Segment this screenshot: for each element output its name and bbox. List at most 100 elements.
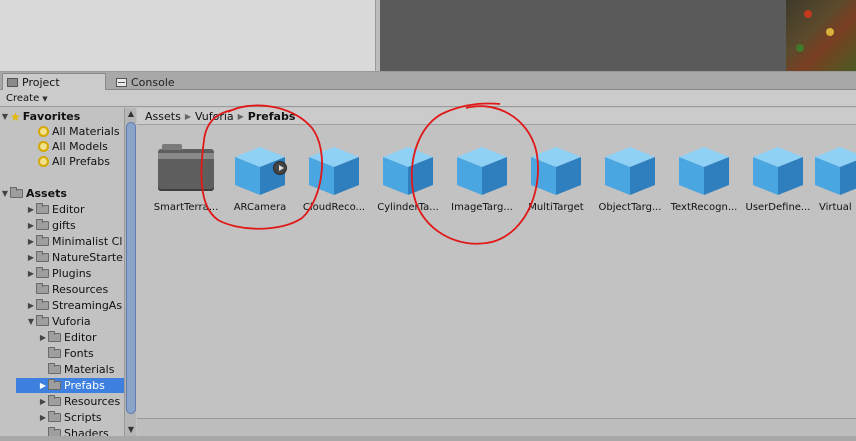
assets-label: Assets [26,187,67,200]
console-icon [116,77,127,87]
tree-item-label: StreamingAs [52,299,123,312]
tree-item-vuforia-resources[interactable]: ▶ Resources [38,394,120,409]
expand-arrow-icon[interactable]: ▶ [26,301,36,310]
tree-item-editor[interactable]: ▶ Editor [26,202,85,217]
expand-arrow-icon[interactable]: ▶ [38,381,48,390]
expand-arrow-icon[interactable]: ▼ [0,189,10,198]
tab-label: Project [22,76,60,89]
tree-item-naturestarter[interactable]: ▶ NatureStarte [26,250,123,265]
folder-icon [36,283,49,294]
scroll-down-icon[interactable]: ▼ [125,424,137,436]
tree-item-label: Editor [52,203,85,216]
tree-item-plugins[interactable]: ▶ Plugins [26,266,91,281]
tree-item-label: Materials [64,363,115,376]
scene-viewport[interactable] [380,0,856,71]
asset-item-prefab[interactable]: TextRecogn... [667,145,741,215]
tree-item-label: Resources [64,395,121,408]
tree-item-resources[interactable]: Resources [36,282,108,297]
asset-item-prefab[interactable]: CloudReco... [297,145,371,215]
asset-item-prefab[interactable]: Virtual [813,145,856,215]
tree-item-minimalist[interactable]: ▶ Minimalist Cl [26,234,122,249]
tree-item-gifts[interactable]: ▶ gifts [26,218,76,233]
expand-arrow-icon[interactable]: ▶ [26,205,36,214]
asset-item-prefab[interactable]: ARCamera [223,145,297,215]
asset-item-prefab[interactable]: CylinderTa... [371,145,445,215]
asset-item-prefab[interactable]: MultiTarget [519,145,593,215]
expand-arrow-icon[interactable]: ▶ [38,397,48,406]
asset-label: ObjectTarg... [598,202,662,213]
asset-item-prefab[interactable]: UserDefine... [741,145,815,215]
asset-label: ImageTarg... [451,202,513,213]
asset-item-folder[interactable]: SmartTerra... [149,144,223,215]
tree-item-label: Plugins [52,267,92,280]
prefab-cube-icon [679,147,729,195]
tree-item-scripts[interactable]: ▶ Scripts [38,410,102,425]
folder-icon [48,427,61,436]
scene-detail [826,28,834,36]
tree-item-label: Prefabs [64,379,105,392]
tree-item-vuforia[interactable]: ▼ Vuforia [26,314,91,329]
favorite-item[interactable]: All Models [38,139,108,154]
asset-item-prefab[interactable]: ObjectTarg... [593,145,667,215]
tree-item-streamingassets[interactable]: ▶ StreamingAs [26,298,122,313]
asset-label: MultiTarget [528,202,584,213]
expand-arrow-icon[interactable]: ▶ [38,333,48,342]
breadcrumb-separator-icon: ▶ [237,111,244,121]
tree-item-prefabs[interactable]: ▶ Prefabs [16,378,124,393]
tree-scrollbar[interactable]: ▲ ▼ [124,108,136,436]
tab-bar: Project Console [0,72,856,90]
scroll-up-icon[interactable]: ▲ [125,108,137,120]
expand-arrow-icon[interactable]: ▶ [26,237,36,246]
tree-item-label: Scripts [64,411,102,424]
status-strip [137,418,856,436]
expand-arrow-icon[interactable]: ▶ [38,413,48,422]
create-dropdown-button[interactable]: Create ▼ [2,91,52,106]
favorite-label: All Prefabs [52,155,110,168]
search-icon [38,126,49,137]
folder-icon [10,187,23,198]
expand-arrow-icon[interactable]: ▶ [26,269,36,278]
expand-arrow-icon[interactable]: ▼ [26,317,36,326]
folder-icon [48,347,61,358]
favorites-header[interactable]: ▼ ★ Favorites [0,109,80,124]
assets-header[interactable]: ▼ Assets [0,186,67,201]
tree-item-materials[interactable]: Materials [48,362,114,377]
tab-console[interactable]: Console [112,73,181,90]
tree-item-vuforia-editor[interactable]: ▶ Editor [38,330,97,345]
breadcrumb-vuforia[interactable]: Vuforia [195,110,234,123]
prefab-cube-icon [531,147,581,195]
asset-label: SmartTerra... [153,202,219,213]
create-label: Create [6,93,40,104]
expand-arrow-icon[interactable]: ▶ [26,221,36,230]
favorite-item[interactable]: All Prefabs [38,154,110,169]
asset-label: TextRecogn... [670,202,738,213]
tree-item-shaders[interactable]: Shaders [48,426,109,436]
play-icon[interactable] [273,161,287,175]
asset-label: Virtual [819,202,852,213]
project-tree: ▼ ★ Favorites All Materials All Models A… [0,108,124,436]
folder-icon [48,411,61,422]
folder-icon [48,363,61,374]
folder-icon [48,331,61,342]
bottom-strip [0,436,856,441]
tree-item-label: Fonts [64,347,94,360]
folder-icon [48,379,61,390]
expand-arrow-icon[interactable]: ▼ [0,112,10,121]
folder-icon [36,219,49,230]
favorites-label: Favorites [22,110,81,123]
favorite-label: All Materials [52,125,120,138]
expand-arrow-icon[interactable]: ▶ [26,253,36,262]
search-icon [38,141,49,152]
scrollbar-thumb[interactable] [126,122,136,414]
prefab-cube-icon [383,147,433,195]
asset-item-prefab[interactable]: ImageTarg... [445,145,519,215]
breadcrumb-assets[interactable]: Assets [145,110,181,123]
folder-icon [36,267,49,278]
favorite-label: All Models [52,140,108,153]
folder-icon [36,315,49,326]
tree-item-label: Editor [64,331,97,344]
tab-project[interactable]: Project [2,73,106,90]
tree-item-fonts[interactable]: Fonts [48,346,94,361]
tree-item-label: Vuforia [52,315,91,328]
favorite-item[interactable]: All Materials [38,124,120,139]
